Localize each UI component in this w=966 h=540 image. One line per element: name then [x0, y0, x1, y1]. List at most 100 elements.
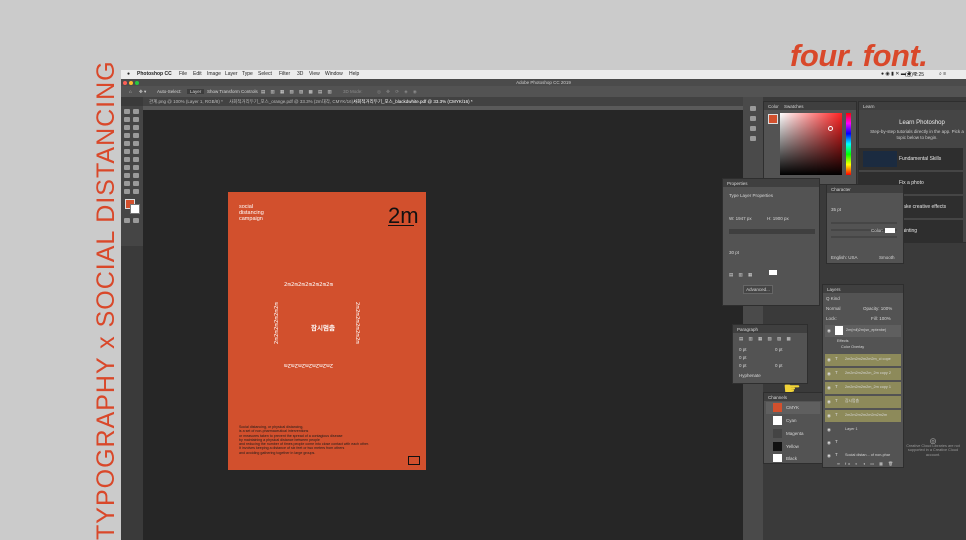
layer-filter-kind[interactable]: Q Kind — [826, 296, 840, 301]
transform-checkbox[interactable]: Show Transform Controls — [207, 89, 258, 94]
3d-mode-icons[interactable]: ◎ ✥ ⟳ ◈ ◉ — [377, 89, 419, 95]
spotlight-icon[interactable]: ⌕ ≡ — [939, 71, 946, 77]
text-color-swatch[interactable] — [769, 270, 777, 275]
hue-slider[interactable] — [846, 113, 851, 175]
screen-mode-icon[interactable] — [133, 218, 139, 223]
opacity-field[interactable]: Opacity: 100% — [863, 306, 892, 311]
channel-row-black[interactable]: Black — [766, 454, 820, 463]
channel-row-cyan[interactable]: Cyan — [766, 415, 820, 427]
tab-swatches[interactable]: Swatches — [784, 104, 804, 109]
tab-properties[interactable]: Properties — [727, 181, 748, 186]
menu-3d[interactable]: 3D — [297, 71, 303, 77]
eye-icon[interactable]: ◉ — [827, 453, 831, 459]
layer-select-dropdown[interactable]: Layer — [187, 89, 205, 94]
apple-icon[interactable]: ● — [127, 71, 130, 77]
menu-type[interactable]: Type — [242, 71, 253, 77]
crop-tool-icon[interactable] — [133, 125, 139, 130]
char-language[interactable]: English: USA — [831, 255, 858, 260]
tab-paragraph[interactable]: Paragraph — [737, 327, 758, 332]
quick-select-tool-icon[interactable] — [124, 125, 130, 130]
learn-item-fundamental[interactable]: Fundamental Skills — [859, 148, 963, 170]
channel-row-magenta[interactable]: Magenta — [766, 428, 820, 440]
swatch-panel-icon[interactable] — [750, 136, 756, 141]
stamp-tool-icon[interactable] — [133, 141, 139, 146]
blend-mode-select[interactable]: Normal — [826, 306, 841, 311]
menu-select[interactable]: Select — [258, 71, 272, 77]
shape-tool-icon[interactable] — [124, 181, 130, 186]
marquee-tool-icon[interactable] — [124, 117, 130, 122]
fill-field[interactable]: Fill: 100% — [871, 316, 891, 321]
eye-icon[interactable]: ◉ — [827, 357, 831, 363]
eye-icon[interactable]: ◉ — [827, 385, 831, 391]
space-after[interactable]: 0 pt — [775, 363, 783, 368]
clone-panel-icon[interactable] — [750, 126, 756, 131]
layer-row-top[interactable]: ◉ 2m(mil)2m(sn_eptenbe) — [825, 325, 901, 337]
tab-doc-2[interactable]: 사회적거리두기_포스_orange.pdf @ 33.3% (2m대각, CMY… — [229, 99, 356, 105]
space-before[interactable]: 0 pt — [739, 363, 747, 368]
artboard-tool-icon[interactable] — [133, 109, 139, 114]
align-icons[interactable]: ▤ ▥ ▦ ▧ ▨ ▩ ▤ ▥ — [261, 89, 334, 95]
layer-row[interactable]: ◉ Layer 1 — [825, 424, 901, 436]
type-tool-icon[interactable] — [124, 173, 130, 178]
hand-tool-icon[interactable] — [133, 181, 139, 186]
lasso-tool-icon[interactable] — [133, 117, 139, 122]
indent-right[interactable]: 0 pt — [775, 347, 783, 352]
color-picker-cursor[interactable] — [828, 126, 833, 131]
paragraph-align-icons[interactable]: ▤ ▥ ▦ ▧ ▨ ▩ — [739, 336, 793, 342]
dodge-tool-icon[interactable] — [124, 165, 130, 170]
menu-edit[interactable]: Edit — [193, 71, 202, 77]
close-window-icon[interactable] — [123, 80, 127, 85]
hyphenate-checkbox[interactable]: Hyphenate — [739, 373, 761, 378]
menu-file[interactable]: File — [179, 71, 187, 77]
more-tools-icon[interactable] — [133, 189, 139, 194]
background-color-swatch[interactable] — [130, 204, 140, 214]
history-brush-icon[interactable] — [124, 149, 130, 154]
tab-color[interactable]: Color — [768, 104, 779, 109]
char-color-swatch[interactable] — [885, 228, 895, 233]
indent-left[interactable]: 0 pt — [739, 347, 747, 352]
color-fg-swatch[interactable] — [768, 114, 778, 124]
tab-channels[interactable]: Channels — [768, 395, 787, 400]
channel-row-yellow[interactable]: Yellow — [766, 441, 820, 453]
poster-artboard[interactable]: social distancing campaign 2m 2m2m2m2m2m… — [228, 192, 426, 470]
zoom-window-icon[interactable] — [135, 80, 139, 85]
layer-row[interactable]: ◉ T 2m2m2m2m2m_2m copy 2 — [825, 368, 901, 380]
menu-filter[interactable]: Filter — [279, 71, 290, 77]
tab-character[interactable]: Character — [831, 187, 851, 192]
app-name[interactable]: Photoshop CC — [137, 71, 172, 77]
healing-tool-icon[interactable] — [133, 133, 139, 138]
minimize-window-icon[interactable] — [129, 80, 133, 85]
history-panel-icon[interactable] — [750, 106, 756, 111]
eye-icon[interactable]: ◉ — [827, 440, 831, 446]
menu-view[interactable]: View — [309, 71, 320, 77]
tab-layers[interactable]: Layers — [827, 287, 841, 292]
width-field[interactable]: W: 1947 px — [729, 216, 752, 221]
align-icons[interactable]: ▤ ▥ ▦ — [729, 272, 754, 278]
tab-doc-1[interactable]: 관계.png @ 100% (Layer 1, RGB/8) * — [149, 99, 223, 105]
eraser-tool-icon[interactable] — [133, 149, 139, 154]
menu-help[interactable]: Help — [349, 71, 359, 77]
height-field[interactable]: H: 1900 px — [767, 216, 789, 221]
eye-icon[interactable]: ◉ — [827, 399, 831, 405]
move-tool-icon[interactable] — [124, 109, 130, 114]
menu-layer[interactable]: Layer — [225, 71, 238, 77]
home-icon[interactable]: ⌂ — [129, 89, 132, 94]
layer-row[interactable]: ◉ T 2m2m2m2m2m2m_ci cope — [825, 354, 901, 366]
auto-select-checkbox[interactable]: Auto-Select: — [157, 89, 182, 94]
char-font-size[interactable]: 35 pt — [831, 207, 841, 212]
indent-first[interactable]: 0 pt — [739, 355, 747, 360]
brush-panel-icon[interactable] — [750, 116, 756, 121]
advanced-button[interactable]: Advanced... — [743, 285, 773, 294]
move-tool-icon[interactable]: ✥ ▾ — [139, 89, 146, 95]
menu-image[interactable]: Image — [207, 71, 221, 77]
quick-mask-icon[interactable] — [124, 218, 130, 223]
blur-tool-icon[interactable] — [133, 157, 139, 162]
layer-row[interactable]: ◉ T 2m2m2m2m2m_2m copy 1 — [825, 382, 901, 394]
layer-footer-icons[interactable]: ∞ fx ◐ ◑ ▭ ▦ 🗑 — [837, 461, 895, 466]
font-size-field[interactable]: 30 pt — [729, 250, 739, 255]
layer-row[interactable]: ◉ T 잠시멈춤 — [825, 396, 901, 408]
gradient-tool-icon[interactable] — [124, 157, 130, 162]
eye-icon[interactable]: ◉ — [827, 328, 831, 334]
eye-icon[interactable]: ◉ — [827, 427, 831, 433]
menu-window[interactable]: Window — [325, 71, 343, 77]
